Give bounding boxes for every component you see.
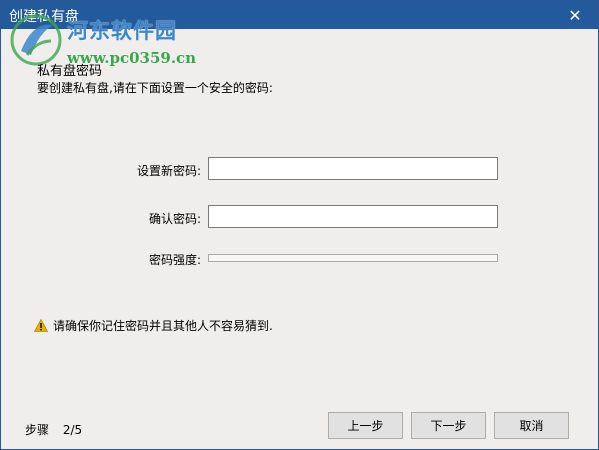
- step-label: 步骤: [25, 423, 50, 437]
- section-title: 私有盘密码: [37, 64, 103, 79]
- step-value: 2/5: [62, 423, 83, 437]
- warning-message: 请确保你记住密码并且其他人不容易猜到.: [34, 317, 273, 334]
- password-strength-label: 密码强度:: [148, 253, 201, 267]
- warning-triangle-icon: [34, 319, 48, 332]
- next-button[interactable]: 下一步: [411, 412, 486, 439]
- step-indicator: 步骤 2/5: [25, 421, 82, 438]
- confirm-password-label: 确认密码:: [148, 212, 201, 226]
- close-button[interactable]: ✕: [552, 1, 598, 29]
- new-password-input[interactable]: [208, 157, 498, 180]
- warning-text: 请确保你记住密码并且其他人不容易猜到.: [53, 319, 273, 333]
- new-password-label: 设置新密码:: [136, 164, 201, 178]
- password-strength-bar: [208, 254, 498, 262]
- previous-button[interactable]: 上一步: [328, 412, 403, 439]
- cancel-button[interactable]: 取消: [494, 412, 569, 439]
- close-icon: ✕: [568, 5, 582, 25]
- dialog-window: 创建私有盘 ✕ 河东软件园 www.pc0359.cn 私有盘密码 要创建私有盘…: [0, 0, 599, 450]
- watermark-site-name: 河东软件园: [67, 18, 177, 43]
- confirm-password-input[interactable]: [208, 205, 498, 228]
- section-description: 要创建私有盘,请在下面设置一个安全的密码:: [37, 81, 273, 95]
